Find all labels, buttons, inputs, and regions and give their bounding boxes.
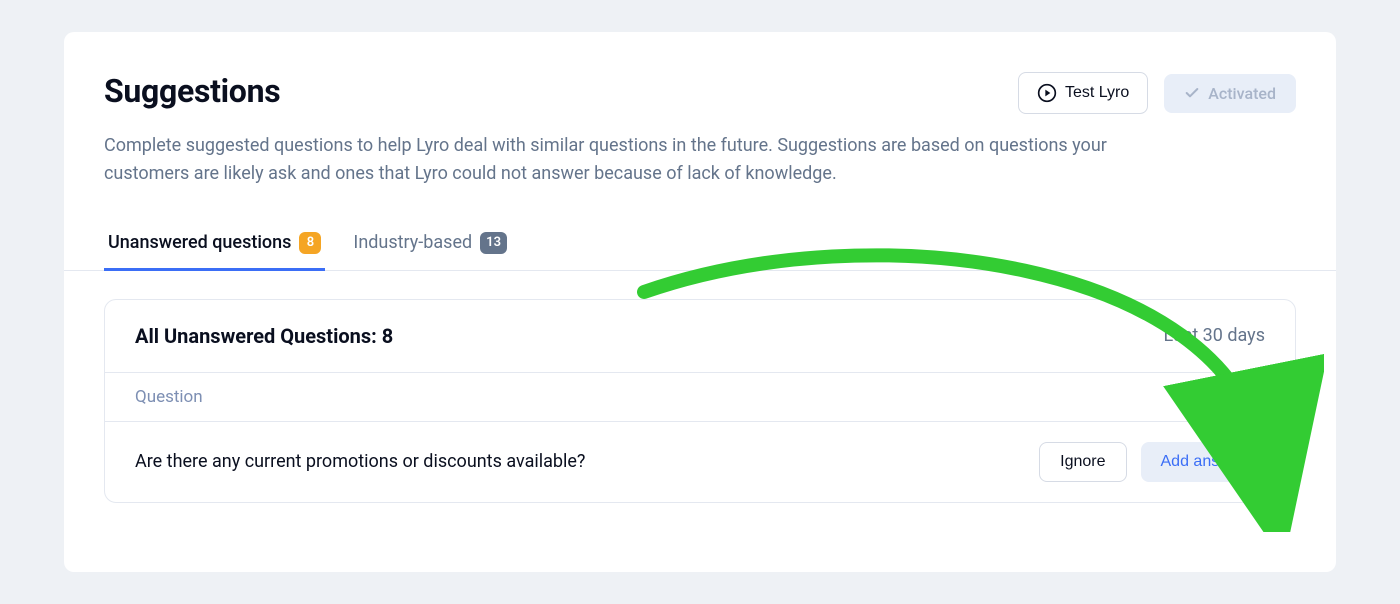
- tab-industry-badge: 13: [480, 232, 507, 254]
- tab-unanswered[interactable]: Unanswered questions 8: [104, 220, 325, 271]
- page-header: Suggestions Test Lyro Activated: [64, 72, 1336, 114]
- tab-industry[interactable]: Industry-based 13: [349, 220, 511, 271]
- ignore-button[interactable]: Ignore: [1039, 442, 1126, 482]
- play-circle-icon: [1037, 83, 1057, 103]
- panel-title: All Unanswered Questions: 8: [135, 324, 393, 348]
- tab-unanswered-label: Unanswered questions: [108, 232, 291, 253]
- activated-status: Activated: [1164, 74, 1296, 113]
- check-icon: [1184, 85, 1200, 101]
- panel-header: All Unanswered Questions: 8 Last 30 days: [105, 300, 1295, 372]
- page-description: Complete suggested questions to help Lyr…: [64, 132, 1164, 188]
- column-header-question: Question: [105, 372, 1295, 422]
- suggestions-page: Suggestions Test Lyro Activated Complete…: [64, 32, 1336, 572]
- activated-label: Activated: [1208, 84, 1276, 103]
- tab-industry-label: Industry-based: [353, 232, 472, 253]
- header-actions: Test Lyro Activated: [1018, 72, 1296, 114]
- unanswered-panel: All Unanswered Questions: 8 Last 30 days…: [104, 299, 1296, 503]
- add-answer-button[interactable]: Add answer: [1141, 442, 1266, 482]
- test-lyro-label: Test Lyro: [1065, 84, 1129, 102]
- test-lyro-button[interactable]: Test Lyro: [1018, 72, 1148, 114]
- question-row: Are there any current promotions or disc…: [105, 422, 1295, 502]
- page-title: Suggestions: [104, 72, 280, 110]
- tab-unanswered-badge: 8: [299, 232, 321, 254]
- tabs: Unanswered questions 8 Industry-based 13: [64, 220, 1336, 271]
- question-text: Are there any current promotions or disc…: [135, 451, 585, 472]
- row-actions: Ignore Add answer: [1039, 442, 1265, 482]
- panel-range: Last 30 days: [1164, 325, 1265, 346]
